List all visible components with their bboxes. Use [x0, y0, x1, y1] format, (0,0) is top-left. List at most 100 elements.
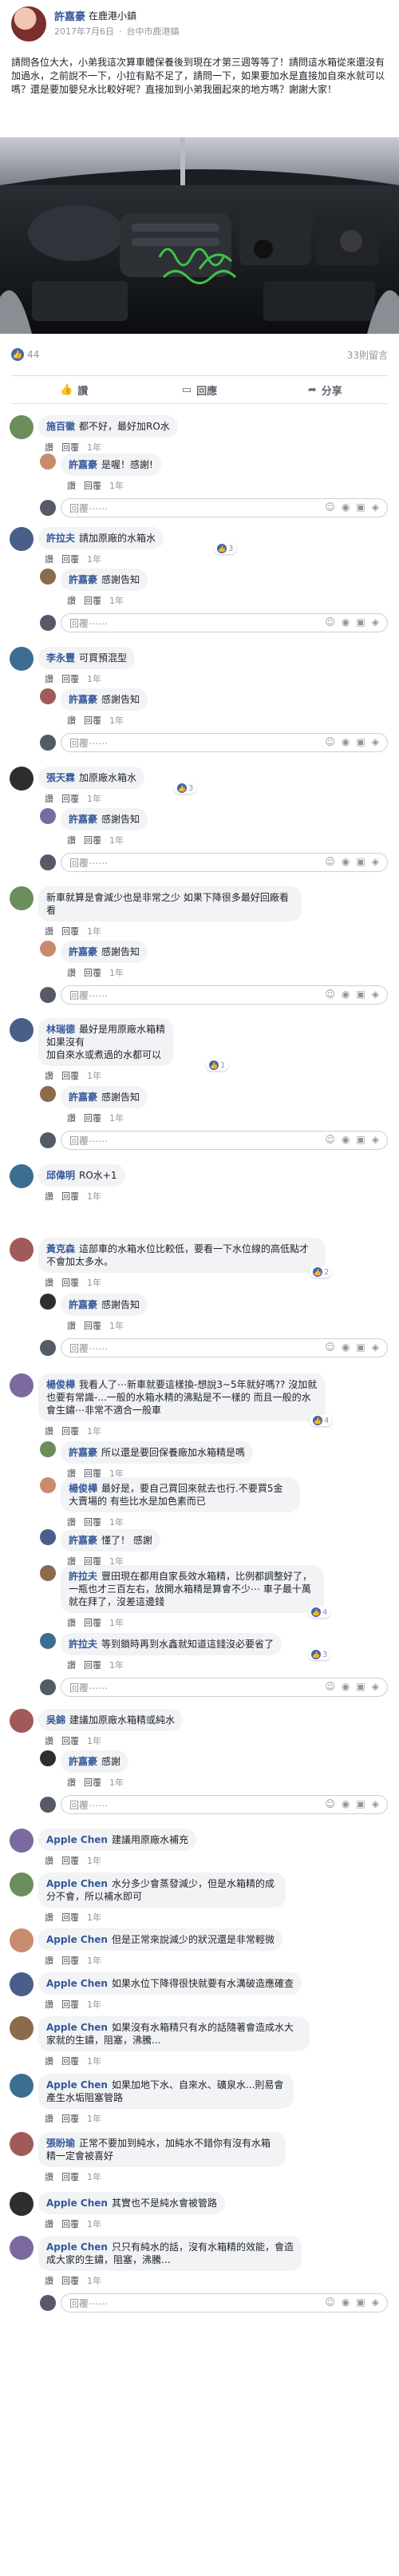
comment-like-link[interactable]: 讚 [45, 2217, 53, 2230]
comment-time[interactable]: 1年 [87, 1425, 101, 1437]
gif-icon[interactable]: ▣ [356, 616, 365, 628]
sticker-icon[interactable]: ◈ [372, 1134, 379, 1145]
comment-time[interactable]: 1年 [87, 2055, 101, 2067]
commenter-avatar[interactable] [10, 415, 34, 439]
commenter-avatar[interactable] [10, 527, 34, 551]
comment-like-link[interactable]: 讚 [45, 2274, 53, 2287]
commenter-avatar[interactable] [10, 1873, 34, 1896]
comment-like-link[interactable]: 讚 [45, 1854, 53, 1867]
comment-time[interactable]: 1年 [87, 1276, 101, 1289]
reply-input[interactable]: 回覆⋯⋯ ☺ ◉ ▣ ◈ [61, 733, 388, 752]
comment-count[interactable]: 33則留言 [347, 348, 388, 362]
comment-reaction-badge[interactable]: 👍 3 [214, 543, 237, 554]
comment-time[interactable]: 1年 [109, 966, 124, 979]
sticker-icon[interactable]: ◈ [372, 1681, 379, 1692]
commenter-name[interactable]: 許拉夫 [69, 1571, 97, 1582]
comment-reply-link[interactable]: 回覆 [61, 2170, 79, 2183]
camera-icon[interactable]: ◉ [342, 1798, 350, 1809]
emoji-icon[interactable]: ☺ [325, 736, 335, 747]
camera-icon[interactable]: ◉ [342, 501, 350, 513]
comment-reply-link[interactable]: 回覆 [61, 1954, 79, 1967]
emoji-icon[interactable]: ☺ [325, 1342, 335, 1353]
camera-icon[interactable]: ◉ [342, 616, 350, 628]
comment-reply-link[interactable]: 回覆 [84, 594, 101, 607]
comment-time[interactable]: 1年 [87, 1998, 101, 2011]
commenter-avatar[interactable] [40, 1441, 56, 1457]
commenter-name[interactable]: 許拉夫 [46, 533, 75, 544]
comment-like-link[interactable]: 讚 [67, 479, 76, 492]
commenter-avatar[interactable] [40, 808, 56, 824]
comment-reply-link[interactable]: 回覆 [61, 792, 79, 805]
commenter-name[interactable]: 李永豐 [46, 652, 75, 664]
comment-like-link[interactable]: 讚 [67, 594, 76, 607]
commenter-name[interactable]: 許嘉豪 [69, 1299, 97, 1310]
reply-input[interactable]: 回覆⋯⋯ ☺ ◉ ▣ ◈ [61, 2293, 388, 2312]
comment-reply-link[interactable]: 回覆 [84, 1112, 101, 1124]
reply-input[interactable]: 回覆⋯⋯ ☺ ◉ ▣ ◈ [61, 1795, 388, 1814]
reply-input[interactable]: 回覆⋯⋯ ☺ ◉ ▣ ◈ [61, 1338, 388, 1357]
comment-time[interactable]: 1年 [109, 834, 124, 846]
commenter-avatar[interactable] [40, 941, 56, 957]
commenter-name[interactable]: 許嘉豪 [69, 1535, 97, 1546]
commenter-avatar[interactable] [40, 1633, 56, 1649]
commenter-name[interactable]: Apple Chen [46, 1878, 108, 1889]
commenter-avatar[interactable] [40, 1750, 56, 1766]
comment-like-link[interactable]: 讚 [67, 966, 76, 979]
commenter-avatar[interactable] [40, 1477, 56, 1493]
commenter-name[interactable]: 楊俊樺 [69, 1483, 97, 1494]
comment-reaction-badge[interactable]: 👍 2 [310, 1266, 333, 1278]
comment-like-link[interactable]: 讚 [67, 714, 76, 727]
comment-time[interactable]: 1年 [87, 1734, 101, 1747]
commenter-avatar[interactable] [10, 1829, 34, 1853]
commenter-name[interactable]: Apple Chen [46, 2079, 108, 2091]
comment-time[interactable]: 1年 [87, 1854, 101, 1867]
sticker-icon[interactable]: ◈ [372, 2297, 379, 2308]
sticker-icon[interactable]: ◈ [372, 501, 379, 513]
emoji-icon[interactable]: ☺ [325, 856, 335, 867]
comment-time[interactable]: 1年 [87, 2217, 101, 2230]
comment-like-link[interactable]: 讚 [45, 1276, 53, 1289]
comment-reply-link[interactable]: 回覆 [61, 2217, 79, 2230]
gif-icon[interactable]: ▣ [356, 501, 365, 513]
gif-icon[interactable]: ▣ [356, 1342, 365, 1353]
comment-like-link[interactable]: 讚 [67, 1319, 76, 1332]
commenter-avatar[interactable] [40, 1086, 56, 1102]
commenter-name[interactable]: 許嘉豪 [69, 1092, 97, 1103]
emoji-icon[interactable]: ☺ [325, 1681, 335, 1692]
comment-reply-link[interactable]: 回覆 [84, 1319, 101, 1332]
comment-reply-link[interactable]: 回覆 [61, 1276, 79, 1289]
comment-time[interactable]: 1年 [87, 925, 101, 937]
commenter-avatar[interactable] [10, 1972, 34, 1996]
author-avatar[interactable] [11, 6, 46, 42]
comment-like-link[interactable]: 讚 [67, 1616, 76, 1629]
comment-time[interactable]: 1年 [109, 1516, 124, 1528]
emoji-icon[interactable]: ☺ [325, 501, 335, 513]
commenter-name[interactable]: Apple Chen [46, 2198, 108, 2209]
comment-like-link[interactable]: 讚 [67, 1516, 76, 1528]
commenter-avatar[interactable] [10, 2074, 34, 2098]
comment-like-link[interactable]: 讚 [45, 553, 53, 565]
emoji-icon[interactable]: ☺ [325, 616, 335, 628]
comment-like-link[interactable]: 讚 [45, 672, 53, 685]
commenter-avatar[interactable] [40, 1565, 56, 1581]
comment-time[interactable]: 1年 [87, 792, 101, 805]
comment-reply-link[interactable]: 回覆 [61, 1734, 79, 1747]
commenter-name[interactable]: 許嘉豪 [69, 1447, 97, 1458]
emoji-icon[interactable]: ☺ [325, 989, 335, 1000]
reply-input[interactable]: 回覆⋯⋯ ☺ ◉ ▣ ◈ [61, 1131, 388, 1150]
comment-like-link[interactable]: 讚 [45, 1998, 53, 2011]
sticker-icon[interactable]: ◈ [372, 1342, 379, 1353]
reply-input[interactable]: 回覆⋯⋯ ☺ ◉ ▣ ◈ [61, 498, 388, 517]
commenter-avatar[interactable] [40, 569, 56, 585]
reply-input[interactable]: 回覆⋯⋯ ☺ ◉ ▣ ◈ [61, 613, 388, 632]
like-count-group[interactable]: 👍 44 [11, 348, 39, 361]
comment-time[interactable]: 1年 [109, 1616, 124, 1629]
commenter-name[interactable]: 施百徽 [46, 421, 75, 432]
commenter-name[interactable]: 吳錦 [46, 1714, 65, 1726]
commenter-name[interactable]: 林瑞德 [46, 1024, 75, 1035]
commenter-name[interactable]: Apple Chen [46, 1834, 108, 1845]
commenter-name[interactable]: 許嘉豪 [69, 459, 97, 470]
author-name[interactable]: 許嘉豪 [54, 8, 85, 23]
comment-reply-link[interactable]: 回覆 [61, 441, 79, 454]
commenter-avatar[interactable] [10, 1164, 34, 1188]
